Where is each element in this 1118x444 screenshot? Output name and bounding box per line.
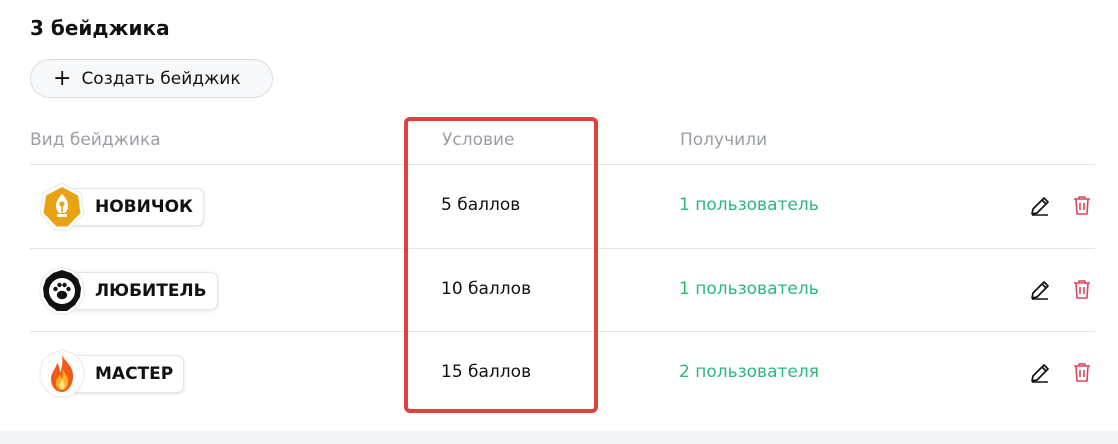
condition-value: 10 баллов [441, 279, 532, 299]
column-header-received: Получили [680, 130, 768, 150]
badges-panel: 3 бейджика + Создать бейджик Вид бейджик… [0, 0, 1118, 431]
received-users-link[interactable]: 1 пользователь [679, 195, 819, 215]
pencil-icon[interactable] [1028, 361, 1052, 385]
trash-icon[interactable] [1070, 360, 1094, 384]
column-header-badge: Вид бейджика [30, 130, 161, 150]
condition-value: 5 баллов [441, 195, 521, 215]
pencil-icon[interactable] [1028, 278, 1052, 302]
create-badge-label: Создать бейджик [81, 68, 241, 89]
pencil-icon[interactable] [1028, 194, 1052, 218]
badge-master: МАСТЕР [36, 348, 185, 400]
trash-icon[interactable] [1070, 277, 1094, 301]
badge-amateur: ЛЮБИТЕЛЬ [36, 265, 218, 317]
trash-icon[interactable] [1070, 193, 1094, 217]
received-users-link[interactable]: 1 пользователь [679, 279, 819, 299]
page-title: 3 бейджика [30, 16, 170, 40]
table-row: НОВИЧОК 5 баллов 1 пользователь [30, 165, 1095, 248]
paw-icon [36, 265, 88, 317]
column-header-condition: Условие [442, 130, 515, 150]
table-row: МАСТЕР 15 баллов 2 пользователя [30, 332, 1095, 415]
plus-icon: + [53, 65, 72, 91]
quill-pen-icon [36, 181, 88, 233]
flame-icon [36, 348, 88, 400]
badge-newbie: НОВИЧОК [36, 181, 204, 233]
received-users-link[interactable]: 2 пользователя [679, 362, 819, 382]
create-badge-button[interactable]: + Создать бейджик [30, 59, 273, 98]
condition-value: 15 баллов [441, 362, 532, 382]
table-row: ЛЮБИТЕЛЬ 10 баллов 1 пользователь [30, 249, 1095, 332]
